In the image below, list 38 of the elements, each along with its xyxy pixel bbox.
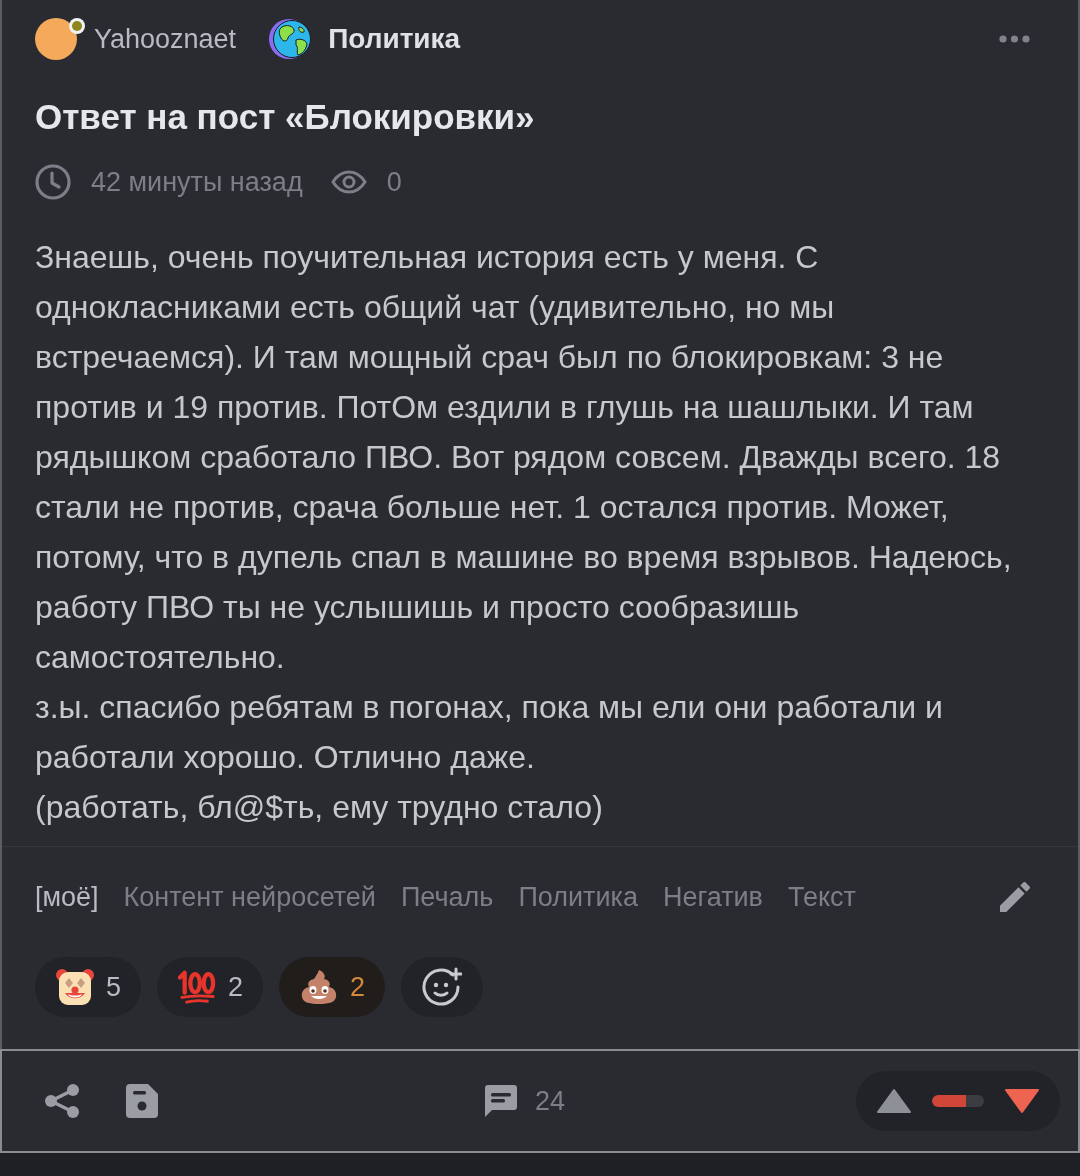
post-title: Ответ на пост «Блокировки» <box>35 96 536 138</box>
downvote-button[interactable] <box>1004 1088 1040 1114</box>
smiley-plus-icon <box>422 967 463 1007</box>
share-button[interactable] <box>44 1083 80 1119</box>
down-triangle-icon <box>1004 1088 1040 1114</box>
hundred-points-icon <box>178 969 217 1005</box>
tag-link[interactable]: Политика <box>518 881 638 913</box>
reaction-button[interactable]: 5 <box>35 957 142 1017</box>
up-triangle-icon <box>876 1088 912 1114</box>
more-icon <box>999 35 1030 43</box>
tag-link[interactable]: Печаль <box>400 881 494 913</box>
clock-icon <box>35 164 71 200</box>
post-paragraph: Знаешь, очень поучительная история есть у меня. С однокласниками есть общий чат (удивительно, но мы встречаемся). И там мощный срач был по блокировкам: 3 не против и 19 против. ПотОм ездили в глушь на шашлыки. И там рядышком сработало ПВО. Вот рядом совсем. Дважды всего. 18 стали не против, срача больше нет. 1 остался против. Может, потому, что в дупель спал в машине во время взрывов. Надеюсь, работу ПВО ты не услышишь и просто сообразишь самостоятельно. <box>35 238 1013 677</box>
upvote-button[interactable] <box>876 1088 912 1114</box>
community-link[interactable]: Политика <box>328 23 461 55</box>
comment-icon <box>484 1084 518 1118</box>
reaction-button[interactable]: 2 <box>279 957 386 1017</box>
author-name-link[interactable]: Yahooznaet <box>94 23 237 55</box>
comments-button[interactable]: 24 <box>484 1084 566 1118</box>
post-paragraph: (работать, бл@$ть, ему трудно стало) <box>35 788 604 827</box>
tag-link[interactable]: Текст <box>787 881 856 913</box>
tag-link[interactable]: Контент нейросетей <box>123 881 376 913</box>
view-count: 0 <box>386 166 402 198</box>
save-button[interactable] <box>126 1084 158 1118</box>
post-time: 42 минуты назад <box>91 166 303 198</box>
pencil-icon <box>1000 882 1030 912</box>
post-paragraph: з.ы. спасибо ребятам в погонах, пока мы ели они работали и работали хорошо. Отлично даже. <box>35 688 944 777</box>
poop-icon <box>300 969 339 1005</box>
clown-face-icon <box>56 969 94 1005</box>
share-icon <box>44 1083 80 1119</box>
tag-link[interactable]: [моё] <box>35 881 99 913</box>
avatar-icon <box>35 18 77 60</box>
more-options-button[interactable] <box>999 35 1030 43</box>
tag-link[interactable]: Негатив <box>662 881 763 913</box>
eye-icon <box>330 170 367 194</box>
globe-icon <box>269 18 312 60</box>
reaction-button[interactable]: 2 <box>157 957 264 1017</box>
edit-tags-button[interactable] <box>1000 882 1030 912</box>
